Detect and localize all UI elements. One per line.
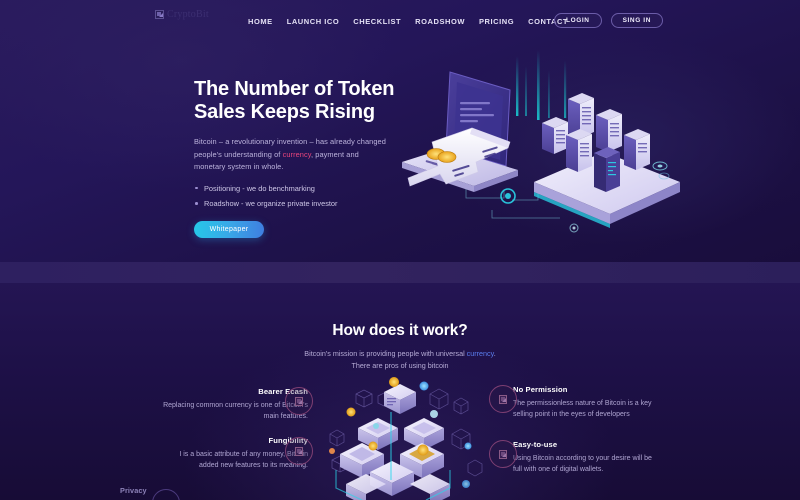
- logo-alt-text: CryptoBit: [167, 9, 209, 20]
- feature-title: Easy-to-use: [513, 440, 558, 449]
- nav-auth-buttons: LOGIN SING IN: [554, 13, 663, 28]
- feature-icon-fungibility[interactable]: [285, 437, 313, 465]
- hero-title-line1: The Number of Token: [194, 78, 395, 100]
- nav-item-checklist[interactable]: CHECKLIST: [353, 17, 401, 26]
- hero-title-line2: Sales Keeps Rising: [194, 101, 375, 124]
- feature-text: The permissionless nature of Bitcoin is …: [513, 400, 652, 419]
- feature-icon-no-permission[interactable]: [489, 385, 517, 413]
- hero-lead-accent: currency: [282, 149, 311, 159]
- feature-icon-bearer-ecash[interactable]: [285, 387, 313, 415]
- feature-title: No Permission: [513, 385, 568, 394]
- signin-button[interactable]: SING IN: [610, 13, 663, 28]
- hero-bullet-list: Positioning - we do benchmarking Roadsho…: [194, 183, 399, 210]
- hero-section: CryptoBit HOME LAUNCH ICO CHECKLIST ROAD…: [0, 0, 800, 262]
- hero-bullet-roadshow: Roadshow - we organize private investor: [194, 198, 399, 209]
- login-button[interactable]: LOGIN: [554, 13, 602, 28]
- nav-links: HOME LAUNCH ICO CHECKLIST ROADSHOW PRICI…: [248, 17, 568, 26]
- section-sub-part2: .: [493, 349, 496, 358]
- hero-lead: Bitcoin – a revolutionary invention – ha…: [194, 136, 392, 174]
- feature-text: Using Bitcoin according to your desire w…: [513, 455, 652, 474]
- hero-copy: The Number of Token Sales Keeps Rising B…: [194, 78, 399, 238]
- section-divider-band: [0, 262, 800, 283]
- whitepaper-button[interactable]: Whitepaper: [194, 220, 264, 238]
- broken-image-icon: [155, 10, 164, 19]
- broken-image-icon: [499, 449, 507, 459]
- section-sub-accent: currency: [466, 349, 494, 358]
- nav-item-roadshow[interactable]: ROADSHOW: [415, 17, 465, 26]
- privacy-label: Privacy: [120, 486, 147, 495]
- hero-illustration: [388, 50, 718, 240]
- site-logo[interactable]: CryptoBit: [155, 9, 209, 20]
- section-sub-part1: Bitcoin's mission is providing people wi…: [304, 349, 467, 358]
- feature-no-permission: No Permission The permissionless nature …: [513, 385, 661, 421]
- broken-image-icon: [295, 446, 303, 456]
- top-navigation: CryptoBit HOME LAUNCH ICO CHECKLIST ROAD…: [0, 0, 800, 40]
- nav-item-pricing[interactable]: PRICING: [479, 17, 514, 26]
- nav-item-home[interactable]: HOME: [248, 17, 273, 26]
- section-subtitle: Bitcoin's mission is providing people wi…: [0, 348, 800, 371]
- section-sub-line2: There are pros of using bitcoin: [351, 360, 449, 370]
- privacy-feature: Privacy: [120, 486, 147, 495]
- section-title: How does it work?: [332, 322, 468, 339]
- hero-title: The Number of Token Sales Keeps Rising: [194, 78, 399, 125]
- feature-easy-to-use: Easy-to-use Using Bitcoin according to y…: [513, 440, 661, 476]
- broken-image-icon: [499, 394, 507, 404]
- nav-item-launch-ico[interactable]: LAUNCH ICO: [287, 17, 340, 26]
- broken-image-icon: [295, 396, 303, 406]
- blockchain-illustration: [318, 372, 488, 500]
- section-header: How does it work? Bitcoin's mission is p…: [0, 322, 800, 371]
- feature-icon-easy-to-use[interactable]: [489, 440, 517, 468]
- hero-bullet-positioning: Positioning - we do benchmarking: [194, 183, 399, 194]
- landing-page: CryptoBit HOME LAUNCH ICO CHECKLIST ROAD…: [0, 0, 800, 500]
